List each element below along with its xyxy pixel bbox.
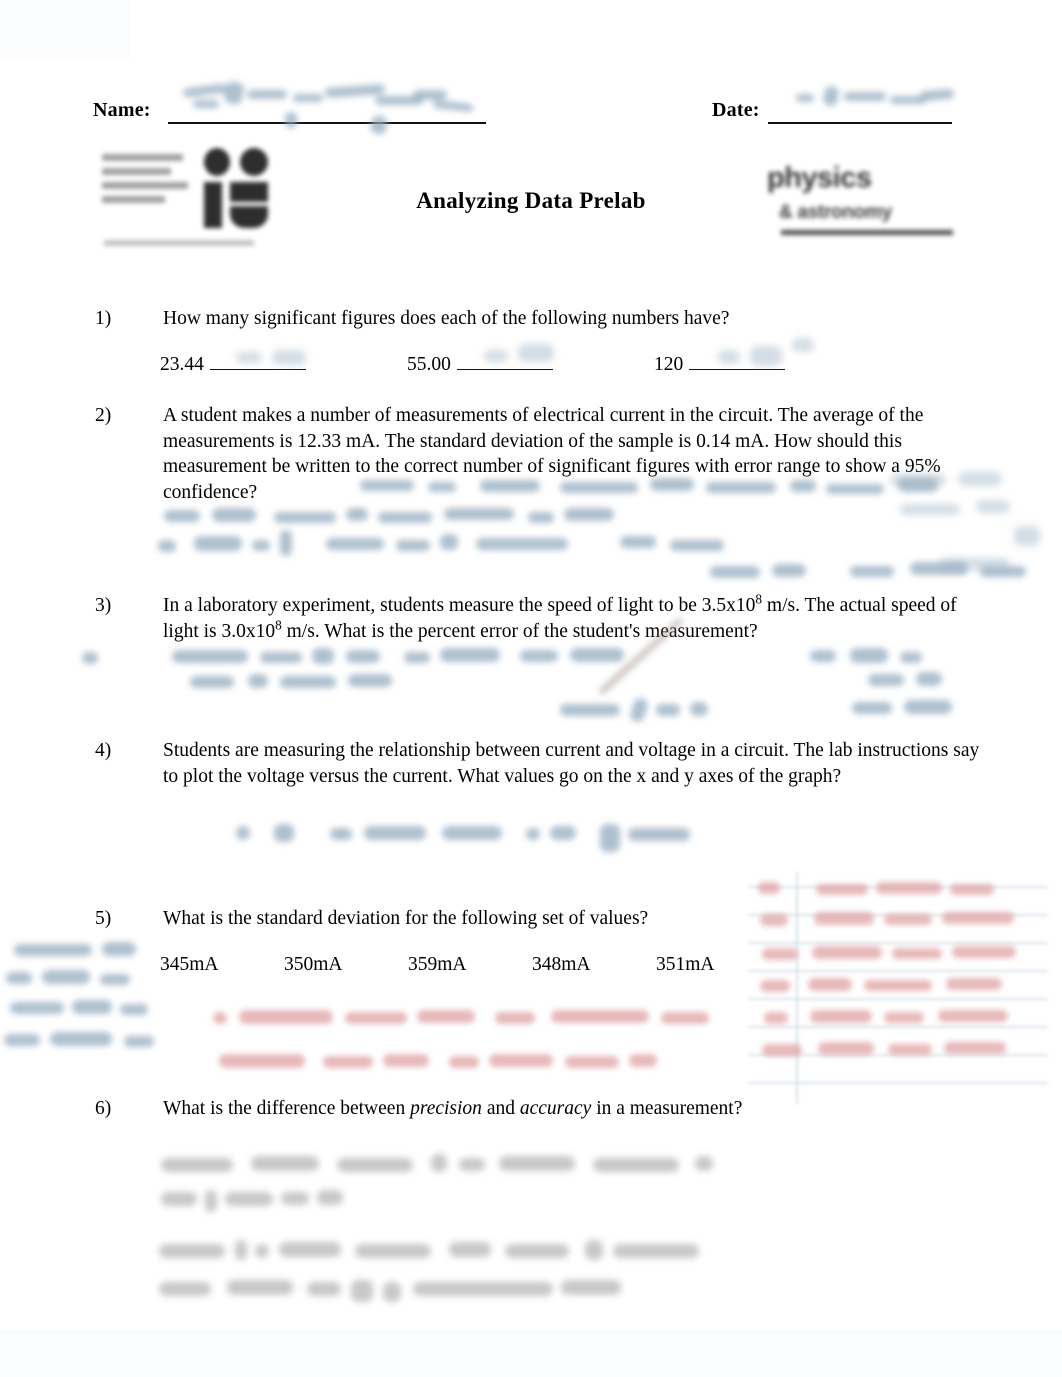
question-3: 3) In a laboratory experiment, students … — [95, 592, 985, 644]
q6-emphasis-precision: precision — [410, 1098, 482, 1119]
q3-part-c: m/s. What is the percent error of the st… — [281, 620, 758, 642]
question-5-value-1: 345mA — [160, 954, 219, 975]
college-tagline — [104, 240, 254, 246]
question-1-value-2: 55.00 — [407, 354, 451, 375]
question-5-value-2: 350mA — [284, 954, 343, 975]
question-1: 1) How many significant figures does eac… — [95, 306, 995, 332]
question-6-text: What is the difference between precision… — [163, 1096, 985, 1122]
q3-part-a: In a laboratory experiment, students mea… — [163, 595, 756, 616]
question-1-value-3: 120 — [654, 354, 684, 375]
q6-part-a: What is the difference between — [163, 1098, 411, 1119]
logo-line-physics: physics — [767, 162, 872, 194]
question-1-item-2: 55.00 — [407, 354, 553, 376]
logo-rule — [781, 230, 953, 235]
handwritten-answer-q4 — [230, 818, 870, 868]
question-1-item-3: 120 — [654, 354, 786, 376]
handwritten-date-annotation — [790, 78, 970, 118]
handwritten-work-q3 — [60, 648, 1040, 740]
scan-artifact-top-left — [0, 0, 130, 60]
scan-artifact-bottom — [0, 1330, 1062, 1377]
question-2: 2) A student makes a number of measureme… — [95, 403, 985, 505]
question-6: 6) What is the difference between precis… — [95, 1096, 985, 1122]
question-6-number: 6) — [95, 1098, 112, 1119]
name-input-line[interactable] — [168, 122, 486, 124]
question-3-text: In a laboratory experiment, students mea… — [163, 592, 985, 644]
q6-part-c: in a measurement? — [591, 1098, 743, 1119]
date-input-line[interactable] — [768, 122, 952, 124]
question-1-value-1: 23.44 — [160, 354, 204, 375]
logo-line-astronomy: & astronomy — [779, 202, 892, 223]
name-label: Name: — [93, 99, 151, 121]
question-5-number: 5) — [95, 908, 112, 929]
question-4-number: 4) — [95, 740, 112, 761]
worksheet-page: Name: Date: Analyzing Data Prelab physic… — [0, 0, 1062, 1377]
question-1-text: How many significant figures does each o… — [163, 308, 730, 329]
q6-part-b: and — [481, 1098, 520, 1119]
page-bleedthrough-lined-paper — [748, 872, 1048, 1104]
handwritten-diagonal-stroke-q3 — [597, 617, 720, 740]
question-1-blank-2[interactable] — [456, 354, 553, 370]
handwritten-answer-q6-para1 — [155, 1152, 1035, 1222]
question-1-item-1: 23.44 — [160, 354, 306, 376]
question-3-number: 3) — [95, 595, 112, 616]
bleed-margin-line — [796, 872, 798, 1104]
grader-annotation-q5 — [205, 1004, 765, 1086]
question-1-blank-1[interactable] — [209, 354, 306, 370]
question-4: 4) Students are measuring the relationsh… — [95, 738, 985, 789]
question-5-value-3: 359mA — [408, 954, 467, 975]
question-5-value-4: 348mA — [532, 954, 591, 975]
handwritten-name-annotation — [175, 72, 495, 136]
question-5-values: 345mA 350mA 359mA 348mA 351mA — [160, 954, 780, 976]
date-label: Date: — [712, 99, 760, 121]
handwritten-answer-q6-para2 — [155, 1238, 1035, 1318]
q6-emphasis-accuracy: accuracy — [519, 1098, 592, 1119]
physics-astronomy-logo: physics & astronomy — [755, 160, 970, 245]
q3-exponent-2: 8 — [275, 617, 282, 632]
question-2-number: 2) — [95, 405, 112, 426]
question-2-text: A student makes a number of measurements… — [163, 405, 941, 503]
question-4-text: Students are measuring the relationship … — [163, 740, 980, 787]
question-1-blank-3[interactable] — [689, 354, 786, 370]
question-1-number: 1) — [95, 308, 112, 329]
